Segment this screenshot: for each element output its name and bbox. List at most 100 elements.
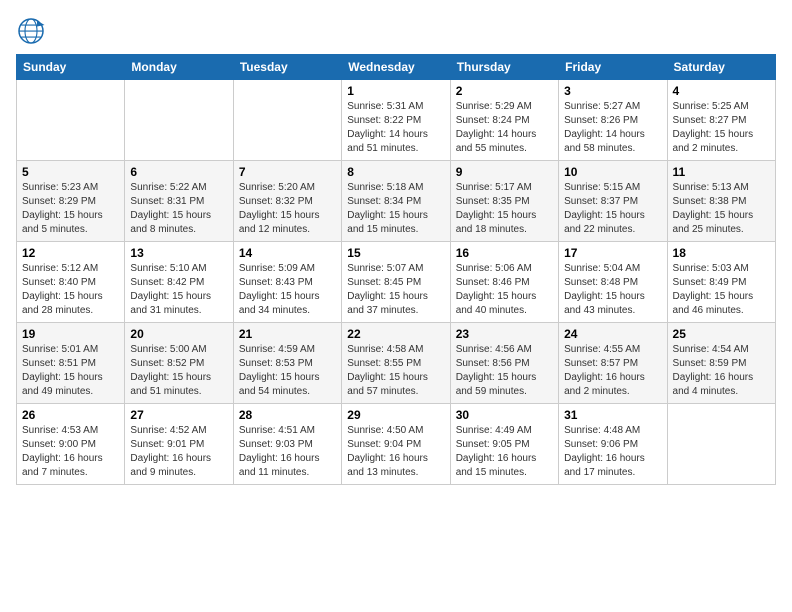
- day-number: 31: [564, 408, 661, 422]
- column-header-saturday: Saturday: [667, 55, 775, 80]
- day-info: Sunrise: 5:06 AMSunset: 8:46 PMDaylight:…: [456, 262, 553, 318]
- calendar-week-row: 19Sunrise: 5:01 AMSunset: 8:51 PMDayligh…: [17, 323, 776, 404]
- day-info: Sunrise: 5:20 AMSunset: 8:32 PMDaylight:…: [239, 181, 336, 237]
- day-number: 7: [239, 165, 336, 179]
- day-info: Sunrise: 5:23 AMSunset: 8:29 PMDaylight:…: [22, 181, 119, 237]
- day-number: 16: [456, 246, 553, 260]
- day-number: 6: [130, 165, 227, 179]
- calendar-cell: 26 Sunrise: 4:53 AMSunset: 9:00 PMDayligh…: [17, 404, 125, 485]
- day-info: Sunrise: 4:55 AMSunset: 8:57 PMDaylight:…: [564, 343, 661, 399]
- day-info: Sunrise: 5:09 AMSunset: 8:43 PMDaylight:…: [239, 262, 336, 318]
- day-info: Sunrise: 4:53 AMSunset: 9:00 PMDaylight:…: [22, 424, 119, 480]
- column-header-wednesday: Wednesday: [342, 55, 450, 80]
- calendar-cell: 23 Sunrise: 4:56 AMSunset: 8:56 PMDayligh…: [450, 323, 558, 404]
- day-info: Sunrise: 5:03 AMSunset: 8:49 PMDaylight:…: [673, 262, 770, 318]
- day-info: Sunrise: 5:18 AMSunset: 8:34 PMDaylight:…: [347, 181, 444, 237]
- calendar-cell: 31 Sunrise: 4:48 AMSunset: 9:06 PMDayligh…: [559, 404, 667, 485]
- calendar-cell: 9 Sunrise: 5:17 AMSunset: 8:35 PMDaylight…: [450, 161, 558, 242]
- day-number: 25: [673, 327, 770, 341]
- column-header-thursday: Thursday: [450, 55, 558, 80]
- calendar-cell: 28 Sunrise: 4:51 AMSunset: 9:03 PMDayligh…: [233, 404, 341, 485]
- calendar-cell: 11 Sunrise: 5:13 AMSunset: 8:38 PMDayligh…: [667, 161, 775, 242]
- day-number: 26: [22, 408, 119, 422]
- day-info: Sunrise: 5:29 AMSunset: 8:24 PMDaylight:…: [456, 100, 553, 156]
- calendar-cell: 13 Sunrise: 5:10 AMSunset: 8:42 PMDayligh…: [125, 242, 233, 323]
- day-number: 12: [22, 246, 119, 260]
- day-number: 14: [239, 246, 336, 260]
- page-header: [16, 16, 776, 46]
- calendar-cell: 16 Sunrise: 5:06 AMSunset: 8:46 PMDayligh…: [450, 242, 558, 323]
- day-number: 11: [673, 165, 770, 179]
- calendar-cell: 19Sunrise: 5:01 AMSunset: 8:51 PMDayligh…: [17, 323, 125, 404]
- calendar-cell: 22Sunrise: 4:58 AMSunset: 8:55 PMDayligh…: [342, 323, 450, 404]
- day-number: 20: [130, 327, 227, 341]
- calendar-cell: [667, 404, 775, 485]
- day-info: Sunrise: 5:00 AMSunset: 8:52 PMDaylight:…: [130, 343, 227, 399]
- day-info: Sunrise: 5:13 AMSunset: 8:38 PMDaylight:…: [673, 181, 770, 237]
- day-info: Sunrise: 5:22 AMSunset: 8:31 PMDaylight:…: [130, 181, 227, 237]
- calendar-cell: 30 Sunrise: 4:49 AMSunset: 9:05 PMDayligh…: [450, 404, 558, 485]
- calendar-cell: 25 Sunrise: 4:54 AMSunset: 8:59 PMDayligh…: [667, 323, 775, 404]
- calendar-cell: 4 Sunrise: 5:25 AMSunset: 8:27 PMDaylight…: [667, 80, 775, 161]
- day-info: Sunrise: 4:59 AMSunset: 8:53 PMDaylight:…: [239, 343, 336, 399]
- day-number: 29: [347, 408, 444, 422]
- calendar-week-row: 1Sunrise: 5:31 AMSunset: 8:22 PMDaylight…: [17, 80, 776, 161]
- column-header-monday: Monday: [125, 55, 233, 80]
- day-number: 5: [22, 165, 119, 179]
- calendar-cell: 5 Sunrise: 5:23 AMSunset: 8:29 PMDaylight…: [17, 161, 125, 242]
- day-number: 23: [456, 327, 553, 341]
- calendar-cell: 17Sunrise: 5:04 AMSunset: 8:48 PMDayligh…: [559, 242, 667, 323]
- logo-icon: [16, 16, 46, 46]
- day-number: 18: [673, 246, 770, 260]
- day-number: 8: [347, 165, 444, 179]
- column-header-friday: Friday: [559, 55, 667, 80]
- day-number: 9: [456, 165, 553, 179]
- day-number: 27: [130, 408, 227, 422]
- calendar-cell: 29Sunrise: 4:50 AMSunset: 9:04 PMDayligh…: [342, 404, 450, 485]
- calendar-cell: 3 Sunrise: 5:27 AMSunset: 8:26 PMDaylight…: [559, 80, 667, 161]
- day-info: Sunrise: 5:12 AMSunset: 8:40 PMDaylight:…: [22, 262, 119, 318]
- calendar-week-row: 5 Sunrise: 5:23 AMSunset: 8:29 PMDaylight…: [17, 161, 776, 242]
- day-info: Sunrise: 4:54 AMSunset: 8:59 PMDaylight:…: [673, 343, 770, 399]
- day-info: Sunrise: 5:27 AMSunset: 8:26 PMDaylight:…: [564, 100, 661, 156]
- day-number: 28: [239, 408, 336, 422]
- calendar-cell: 24Sunrise: 4:55 AMSunset: 8:57 PMDayligh…: [559, 323, 667, 404]
- day-info: Sunrise: 4:58 AMSunset: 8:55 PMDaylight:…: [347, 343, 444, 399]
- day-number: 4: [673, 84, 770, 98]
- calendar-cell: 7 Sunrise: 5:20 AMSunset: 8:32 PMDaylight…: [233, 161, 341, 242]
- day-info: Sunrise: 4:48 AMSunset: 9:06 PMDaylight:…: [564, 424, 661, 480]
- day-number: 3: [564, 84, 661, 98]
- day-info: Sunrise: 5:01 AMSunset: 8:51 PMDaylight:…: [22, 343, 119, 399]
- calendar-cell: 6 Sunrise: 5:22 AMSunset: 8:31 PMDaylight…: [125, 161, 233, 242]
- calendar-header-row: SundayMondayTuesdayWednesdayThursdayFrid…: [17, 55, 776, 80]
- calendar-week-row: 12 Sunrise: 5:12 AMSunset: 8:40 PMDayligh…: [17, 242, 776, 323]
- calendar-cell: [125, 80, 233, 161]
- day-number: 17: [564, 246, 661, 260]
- calendar-cell: 27 Sunrise: 4:52 AMSunset: 9:01 PMDayligh…: [125, 404, 233, 485]
- calendar-cell: 15Sunrise: 5:07 AMSunset: 8:45 PMDayligh…: [342, 242, 450, 323]
- day-number: 10: [564, 165, 661, 179]
- day-info: Sunrise: 4:49 AMSunset: 9:05 PMDaylight:…: [456, 424, 553, 480]
- day-info: Sunrise: 5:15 AMSunset: 8:37 PMDaylight:…: [564, 181, 661, 237]
- calendar-cell: [17, 80, 125, 161]
- day-info: Sunrise: 4:52 AMSunset: 9:01 PMDaylight:…: [130, 424, 227, 480]
- calendar-cell: 1Sunrise: 5:31 AMSunset: 8:22 PMDaylight…: [342, 80, 450, 161]
- calendar-cell: 21 Sunrise: 4:59 AMSunset: 8:53 PMDayligh…: [233, 323, 341, 404]
- day-info: Sunrise: 4:51 AMSunset: 9:03 PMDaylight:…: [239, 424, 336, 480]
- day-number: 1: [347, 84, 444, 98]
- day-number: 13: [130, 246, 227, 260]
- day-info: Sunrise: 5:25 AMSunset: 8:27 PMDaylight:…: [673, 100, 770, 156]
- calendar-table: SundayMondayTuesdayWednesdayThursdayFrid…: [16, 54, 776, 485]
- day-number: 21: [239, 327, 336, 341]
- calendar-cell: 14 Sunrise: 5:09 AMSunset: 8:43 PMDayligh…: [233, 242, 341, 323]
- calendar-cell: 18 Sunrise: 5:03 AMSunset: 8:49 PMDayligh…: [667, 242, 775, 323]
- day-info: Sunrise: 5:17 AMSunset: 8:35 PMDaylight:…: [456, 181, 553, 237]
- day-info: Sunrise: 4:56 AMSunset: 8:56 PMDaylight:…: [456, 343, 553, 399]
- column-header-sunday: Sunday: [17, 55, 125, 80]
- calendar-cell: 10 Sunrise: 5:15 AMSunset: 8:37 PMDayligh…: [559, 161, 667, 242]
- day-info: Sunrise: 5:10 AMSunset: 8:42 PMDaylight:…: [130, 262, 227, 318]
- calendar-cell: 12 Sunrise: 5:12 AMSunset: 8:40 PMDayligh…: [17, 242, 125, 323]
- calendar-cell: 2Sunrise: 5:29 AMSunset: 8:24 PMDaylight…: [450, 80, 558, 161]
- day-number: 30: [456, 408, 553, 422]
- calendar-week-row: 26 Sunrise: 4:53 AMSunset: 9:00 PMDayligh…: [17, 404, 776, 485]
